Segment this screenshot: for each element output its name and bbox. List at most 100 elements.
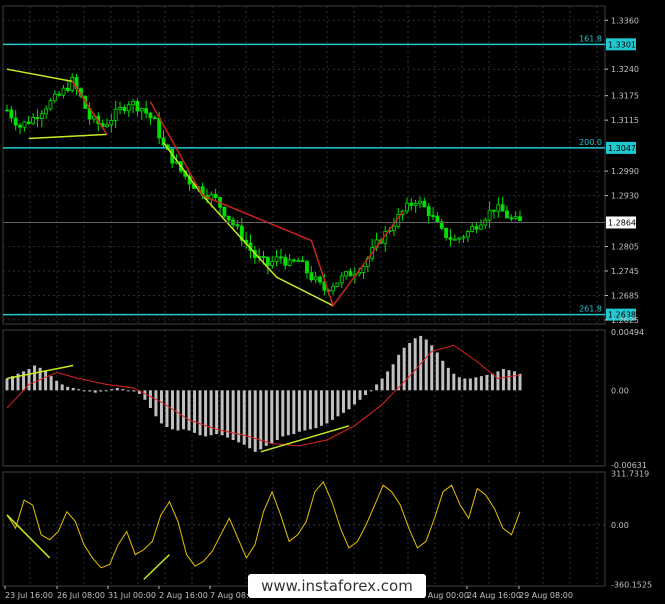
macd-bar [226, 390, 230, 438]
candle-body [287, 259, 292, 266]
candle-body [9, 109, 14, 119]
macd-bar [457, 377, 461, 391]
candle-body [509, 217, 514, 220]
candle-body [478, 224, 483, 230]
candle-body [492, 209, 496, 212]
candle-body [265, 256, 270, 266]
candle-body [135, 101, 140, 112]
macd-tick-label: 0.00494 [611, 328, 644, 337]
current-price-label: 1.2864 [608, 218, 636, 227]
candle-body [57, 93, 62, 96]
candle-body [348, 271, 353, 277]
macd-bar [281, 390, 285, 437]
macd-bar [209, 390, 213, 436]
macd-bar [159, 390, 163, 424]
candle-body [283, 256, 288, 266]
candle-body [426, 206, 431, 216]
trend-line [149, 101, 404, 308]
candle-body [452, 238, 457, 241]
macd-bar [474, 377, 478, 391]
price-tick-label: 1.3115 [611, 116, 639, 125]
price-tick-label: 1.3360 [611, 16, 639, 25]
macd-pane: 0.004940.00-0.00631 [5, 328, 647, 470]
time-tick-label: 29 Aug 08:00 [519, 591, 573, 600]
macd-bar [126, 390, 130, 392]
candle-body [309, 272, 314, 281]
candle-body [457, 237, 462, 240]
macd-bar [176, 390, 180, 431]
macd-bar [402, 347, 406, 391]
macd-bar [297, 390, 301, 432]
candle-body [109, 120, 114, 126]
watermark: www.instaforex.com [248, 574, 426, 598]
macd-bar [49, 376, 53, 391]
macd-bar [380, 378, 384, 391]
macd-bar [220, 390, 224, 436]
candle-body [105, 124, 109, 128]
macd-bar [512, 371, 516, 391]
macd-bar [341, 390, 345, 413]
macd-bar [485, 374, 489, 391]
macd-bar [496, 371, 500, 391]
macd-bar [353, 390, 357, 405]
fibo-price-label: 1.3047 [608, 144, 636, 153]
candle-body [313, 276, 318, 281]
macd-bar [165, 390, 169, 427]
macd-bar [82, 390, 86, 392]
macd-bar [198, 390, 202, 436]
candle-body [418, 200, 422, 204]
price-tick-label: 1.2745 [611, 267, 639, 276]
macd-tick-label: 0.00 [611, 386, 629, 395]
candle-body [152, 117, 157, 120]
time-tick-label: 26 Jul 08:00 [57, 591, 105, 600]
candle-body [422, 200, 427, 208]
candle-body [18, 124, 22, 128]
macd-bar [132, 390, 136, 392]
price-tick-label: 1.2625 [611, 316, 639, 325]
macd-bar [193, 390, 197, 433]
macd-bar [121, 389, 125, 391]
macd-bar [490, 373, 494, 391]
candle-body [39, 113, 44, 120]
trend-overlays [6, 68, 404, 308]
macd-bar [115, 387, 119, 391]
cci-pane: 311.7319 0.00 -360.1525 [3, 469, 652, 589]
time-tick-label: 23 Jul 16:00 [5, 591, 53, 600]
macd-bar [93, 390, 97, 393]
candle-body [448, 237, 453, 240]
candle-body [474, 226, 479, 230]
candle-body [148, 112, 153, 119]
time-tick-label: 31 Jul 00:00 [108, 591, 156, 600]
candle-body [461, 236, 466, 239]
macd-bar [369, 390, 373, 392]
macd-bar [364, 390, 368, 396]
macd-bar [468, 378, 472, 391]
cci-tick-label: 0.00 [611, 521, 629, 530]
candle-body [518, 216, 522, 222]
trend-line [71, 81, 108, 135]
macd-bar [479, 376, 483, 391]
time-tick-label: 2 Aug 16:00 [159, 591, 208, 600]
candle-body [339, 275, 344, 284]
price-tick-label: 1.2930 [611, 192, 639, 201]
macd-bar [446, 367, 450, 391]
candle-body [31, 117, 35, 124]
macd-bar [77, 389, 81, 391]
macd-bar [99, 390, 103, 392]
candle-body [235, 224, 240, 227]
macd-bar [253, 390, 257, 452]
macd-bar [292, 390, 296, 435]
macd-bar [27, 369, 31, 391]
candle-body [118, 107, 122, 110]
candle-body [26, 121, 31, 124]
candle-body [331, 286, 335, 292]
macd-bar [507, 370, 511, 391]
candle-body [465, 231, 470, 238]
candle-body [392, 225, 396, 231]
macd-bar [463, 378, 467, 391]
candle-body [131, 101, 135, 106]
macd-bar [303, 390, 307, 431]
candle-body [278, 256, 283, 259]
chart-window: 161.8 1.3301 200.0 1.3047 261.8 1.2638 0.0049… [0, 0, 665, 604]
macd-bar [501, 369, 505, 391]
